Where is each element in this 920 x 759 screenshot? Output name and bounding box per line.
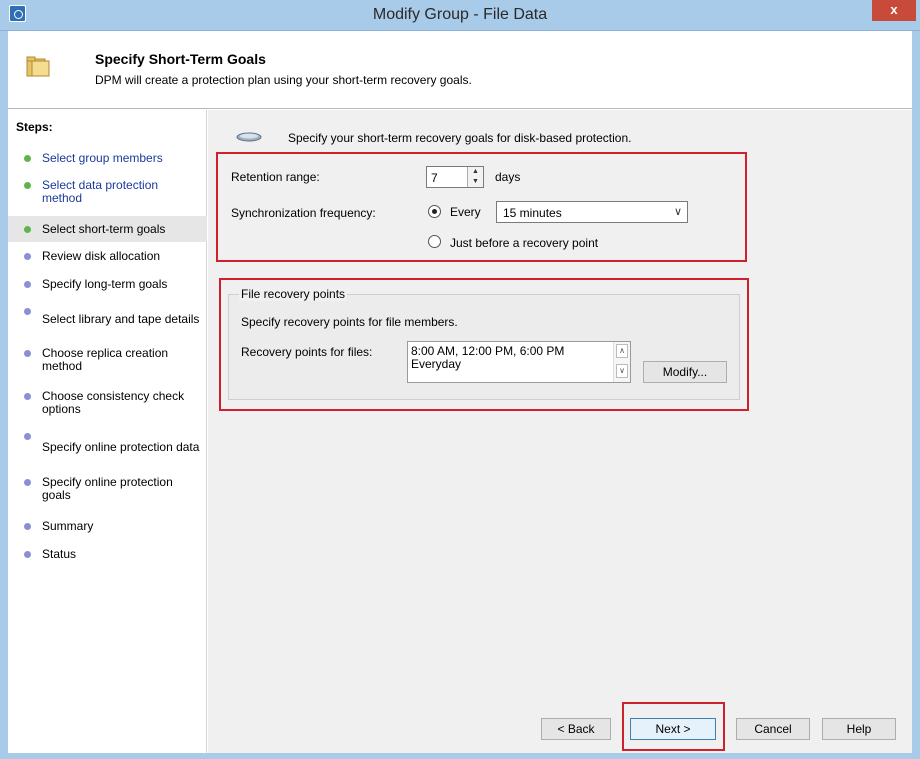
file-recovery-group-title: File recovery points [239, 287, 348, 301]
step-label: Select group members [42, 151, 163, 165]
cancel-button[interactable]: Cancel [736, 718, 810, 740]
step-label: Specify online protection data [42, 440, 200, 454]
just-before-label: Just before a recovery point [450, 236, 599, 250]
step-pending-icon [24, 523, 31, 530]
just-before-radio[interactable] [428, 235, 441, 248]
main-panel: Specify your short-term recovery goals f… [208, 110, 912, 753]
step-label: Select data protection method [42, 178, 159, 205]
window-title: Modify Group - File Data [372, 6, 548, 23]
intro-text: Specify your short-term recovery goals f… [288, 131, 632, 145]
file-recovery-points-group: File recovery points Specify recovery po… [228, 287, 740, 400]
step-pending-icon [24, 393, 31, 400]
disk-icon [236, 132, 262, 142]
steps-title: Steps: [16, 120, 53, 134]
retention-range-value: 7 [431, 171, 438, 185]
every-interval-value: 15 minutes [503, 206, 562, 220]
step-pending-icon [24, 281, 31, 288]
recovery-points-list[interactable]: 8:00 AM, 12:00 PM, 6:00 PM Everyday ∧ ∨ [407, 341, 631, 383]
step-label: Choose consistency check options [42, 389, 185, 416]
file-recovery-description: Specify recovery points for file members… [241, 315, 458, 329]
step-choose-replica-creation-method: Choose replica creation method [8, 347, 207, 373]
step-select-group-members[interactable]: Select group members [8, 152, 207, 165]
step-label: Choose replica creation method [42, 346, 169, 373]
step-select-library-and-tape-details: Select library and tape details [8, 308, 207, 326]
step-label: Select library and tape details [42, 312, 200, 326]
chevron-down-icon: ∨ [673, 206, 682, 218]
back-button[interactable]: < Back [541, 718, 611, 740]
step-pending-icon [24, 479, 31, 486]
recovery-points-frequency: Everyday [411, 357, 462, 371]
step-specify-online-protection-data: Specify online protection data [8, 433, 207, 454]
spin-down-icon[interactable]: ▼ [468, 177, 483, 187]
retention-range-label: Retention range: [231, 170, 320, 184]
page-subtitle: DPM will create a protection plan using … [95, 73, 472, 87]
step-label: Review disk allocation [42, 249, 161, 263]
every-interval-select[interactable]: 15 minutes ∨ [496, 201, 688, 223]
page-title: Specify Short-Term Goals [95, 51, 266, 67]
list-scrollbar[interactable]: ∧ ∨ [613, 342, 630, 382]
recovery-points-label: Recovery points for files: [241, 345, 373, 359]
highlight-box-next [622, 702, 725, 751]
step-specify-online-protection-goals: Specify online protection goals [8, 476, 207, 502]
every-radio[interactable] [428, 205, 441, 218]
step-label: Specify long-term goals [42, 277, 168, 291]
scroll-up-icon[interactable]: ∧ [616, 344, 628, 358]
retention-range-stepper[interactable]: 7 ▲ ▼ [426, 166, 484, 188]
window-frame-left [0, 31, 8, 759]
step-pending-icon [24, 350, 31, 357]
step-label: Specify online protection goals [42, 475, 173, 502]
window-frame-right [912, 31, 920, 759]
step-choose-consistency-check-options: Choose consistency check options [8, 390, 207, 416]
every-label: Every [450, 205, 481, 219]
sync-frequency-label: Synchronization frequency: [231, 206, 376, 220]
step-pending-icon [24, 433, 31, 440]
step-review-disk-allocation: Review disk allocation [8, 250, 207, 263]
steps-panel: Steps: Select group members Select data … [8, 110, 207, 753]
step-pending-icon [24, 253, 31, 260]
step-label: Status [42, 547, 77, 561]
close-button[interactable]: x [872, 0, 916, 21]
step-label: Summary [42, 519, 94, 533]
step-pending-icon [24, 308, 31, 315]
step-current-icon [24, 226, 31, 233]
wizard-header: Specify Short-Term Goals DPM will create… [8, 31, 912, 109]
window-frame-bottom [0, 753, 920, 759]
step-label: Select short-term goals [42, 222, 166, 236]
folder-icon [26, 56, 50, 77]
title-bar: Modify Group - File Data x [0, 0, 920, 31]
step-summary: Summary [8, 520, 207, 533]
step-specify-long-term-goals: Specify long-term goals [8, 278, 207, 291]
retention-unit-label: days [495, 170, 521, 184]
step-select-short-term-goals[interactable]: Select short-term goals [8, 216, 207, 242]
spin-up-icon[interactable]: ▲ [468, 167, 483, 177]
step-select-data-protection-method[interactable]: Select data protection method [8, 179, 207, 205]
modify-button[interactable]: Modify... [643, 361, 727, 383]
recovery-points-text: 8:00 AM, 12:00 PM, 6:00 PM Everyday [411, 345, 564, 371]
step-complete-icon [24, 182, 31, 189]
step-status: Status [8, 548, 207, 561]
step-pending-icon [24, 551, 31, 558]
spinner-buttons[interactable]: ▲ ▼ [467, 167, 483, 187]
help-button[interactable]: Help [822, 718, 896, 740]
step-complete-icon [24, 155, 31, 162]
scroll-down-icon[interactable]: ∨ [616, 364, 628, 378]
